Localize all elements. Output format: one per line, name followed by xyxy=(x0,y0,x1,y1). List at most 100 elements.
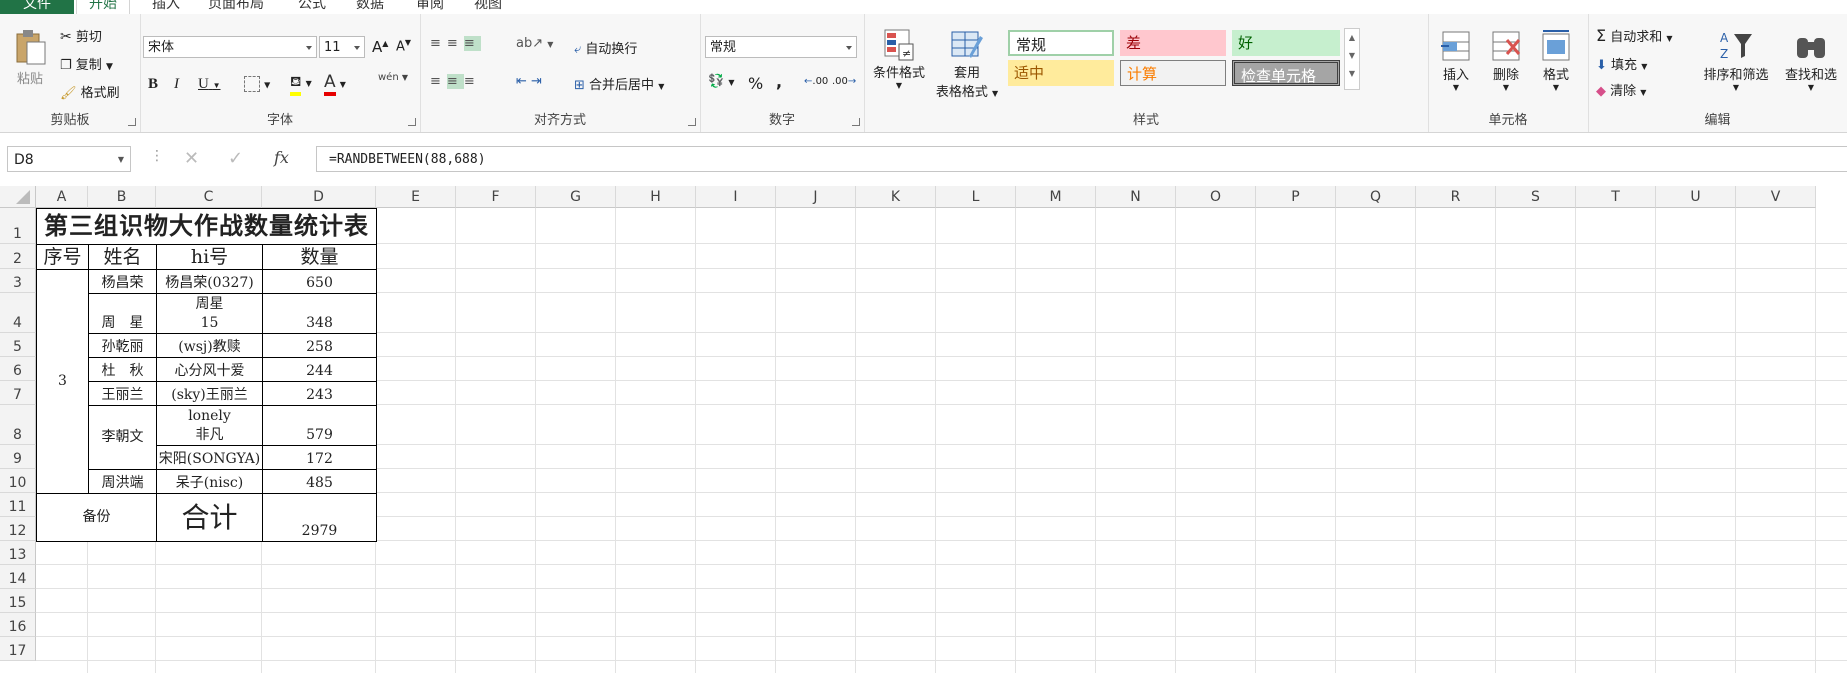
column-header[interactable]: F xyxy=(456,186,536,208)
format-cells-button[interactable]: 格式 ▼ xyxy=(1536,28,1576,92)
name-cell[interactable]: 周 星 xyxy=(88,293,157,334)
qty-cell[interactable]: 579 xyxy=(262,405,377,446)
decrease-decimal-button[interactable]: .00→ xyxy=(832,76,856,87)
column-header[interactable]: S xyxy=(1496,186,1576,208)
tab-page-layout[interactable]: 页面布局 xyxy=(208,0,264,14)
row-header[interactable]: 13 xyxy=(0,541,36,565)
total-label-cell[interactable]: 合计 xyxy=(156,493,263,542)
hi-cell[interactable]: 呆子(nisc) xyxy=(156,469,263,494)
style-bad[interactable]: 差 xyxy=(1120,30,1226,56)
hi-cell[interactable]: 周星 15 xyxy=(156,293,263,334)
font-launcher[interactable] xyxy=(408,118,416,126)
row-header[interactable]: 15 xyxy=(0,589,36,613)
horizontal-align-buttons[interactable]: ≡≡≡ xyxy=(430,74,481,89)
row-header[interactable]: 3 xyxy=(0,269,36,293)
tab-insert[interactable]: 插入 xyxy=(152,0,180,14)
style-neutral[interactable]: 适中 xyxy=(1008,60,1114,86)
font-size-dropdown[interactable]: 11 xyxy=(319,36,365,58)
tab-view[interactable]: 视图 xyxy=(474,0,502,14)
hi-cell[interactable]: 宋阳(SONGYA) xyxy=(156,445,263,470)
clear-button[interactable]: ◆ 清除 ▼ xyxy=(1596,80,1646,99)
row-header[interactable]: 11 xyxy=(0,493,36,517)
formula-input[interactable]: =RANDBETWEEN(88,688) xyxy=(316,146,1847,172)
column-header[interactable]: J xyxy=(776,186,856,208)
qty-cell[interactable]: 485 xyxy=(262,469,377,494)
borders-button[interactable]: ▼ xyxy=(244,76,270,92)
column-header[interactable]: L xyxy=(936,186,1016,208)
column-header[interactable]: T xyxy=(1576,186,1656,208)
number-format-dropdown[interactable]: 常规 xyxy=(705,36,857,58)
header-hi[interactable]: hi号 xyxy=(156,244,263,270)
hi-cell[interactable]: 杨昌荣(0327) xyxy=(156,269,263,294)
merge-center-button[interactable]: ⊞ 合并后居中 ▼ xyxy=(574,74,664,93)
column-header[interactable]: H xyxy=(616,186,696,208)
backup-cell[interactable]: 备份 xyxy=(36,493,157,542)
row-header[interactable]: 2 xyxy=(0,244,36,269)
name-cell[interactable]: 周洪端 xyxy=(88,469,157,494)
table-title[interactable]: 第三组识物大作战数量统计表 xyxy=(36,208,377,245)
format-as-table-button[interactable]: 套用 表格格式 ▼ xyxy=(932,28,1002,100)
style-normal[interactable]: 常规 xyxy=(1008,30,1114,56)
row-header[interactable]: 6 xyxy=(0,357,36,381)
font-color-button[interactable]: A ▼ xyxy=(324,72,346,96)
format-painter-button[interactable]: 🖌 格式刷 xyxy=(60,82,120,101)
fill-color-button[interactable]: ⛾ ▼ xyxy=(290,74,312,96)
hi-cell[interactable]: lonely 非凡 xyxy=(156,405,263,446)
style-calculation[interactable]: 计算 xyxy=(1120,60,1226,86)
column-header[interactable]: N xyxy=(1096,186,1176,208)
italic-button[interactable]: I xyxy=(174,76,179,93)
row-header[interactable]: 16 xyxy=(0,613,36,637)
qty-cell[interactable]: 172 xyxy=(262,445,377,470)
column-header[interactable]: M xyxy=(1016,186,1096,208)
name-cell[interactable]: 杨昌荣 xyxy=(88,269,157,294)
header-qty[interactable]: 数量 xyxy=(262,244,377,270)
row-header[interactable]: 10 xyxy=(0,469,36,493)
row-header[interactable]: 17 xyxy=(0,637,36,661)
name-cell[interactable]: 孙乾丽 xyxy=(88,333,157,358)
row-header[interactable]: 4 xyxy=(0,293,36,333)
decrease-font-button[interactable]: A▼ xyxy=(396,38,411,54)
tab-review[interactable]: 审阅 xyxy=(416,0,444,14)
accounting-button[interactable]: 💱 ▼ xyxy=(708,74,734,89)
qty-cell[interactable]: 244 xyxy=(262,357,377,382)
column-header[interactable]: P xyxy=(1256,186,1336,208)
hi-cell[interactable]: (wsj)教赎 xyxy=(156,333,263,358)
styles-gallery-scroll[interactable]: ▲ ▼ ▼ xyxy=(1344,28,1360,90)
bold-button[interactable]: B xyxy=(148,76,158,93)
header-name[interactable]: 姓名 xyxy=(88,244,157,270)
indent-buttons[interactable]: ⇤ ⇥ xyxy=(516,74,542,89)
total-cell[interactable]: 2979 xyxy=(262,493,377,542)
column-header[interactable]: Q xyxy=(1336,186,1416,208)
name-cell[interactable]: 李朝文 xyxy=(88,405,157,470)
autosum-button[interactable]: Σ 自动求和 ▼ xyxy=(1596,26,1673,45)
cut-button[interactable]: ✂ 剪切 xyxy=(60,26,102,45)
column-header[interactable]: G xyxy=(536,186,616,208)
tab-home[interactable]: 开始 xyxy=(76,0,130,15)
underline-button[interactable]: U ▼ xyxy=(198,76,221,93)
header-seq[interactable]: 序号 xyxy=(36,244,89,270)
cancel-icon[interactable]: ✕ xyxy=(184,148,199,169)
increase-font-button[interactable]: A▲ xyxy=(372,38,388,56)
sort-filter-button[interactable]: AZ 排序和筛选 ▼ xyxy=(1698,28,1774,92)
fill-button[interactable]: ⬇ 填充 ▼ xyxy=(1596,54,1647,73)
column-header[interactable]: C xyxy=(156,186,262,208)
column-header[interactable]: E xyxy=(376,186,456,208)
column-header[interactable]: V xyxy=(1736,186,1816,208)
column-header[interactable]: B xyxy=(88,186,156,208)
copy-button[interactable]: ❐ 复制 ▼ xyxy=(60,54,113,73)
row-header[interactable]: 12 xyxy=(0,517,36,541)
select-all-corner[interactable] xyxy=(0,186,36,208)
name-cell[interactable]: 杜 秋 xyxy=(88,357,157,382)
row-header[interactable]: 1 xyxy=(0,208,36,244)
alignment-launcher[interactable] xyxy=(688,118,696,126)
wrap-text-button[interactable]: ⤶ 自动换行 xyxy=(574,38,637,57)
column-header[interactable]: I xyxy=(696,186,776,208)
style-good[interactable]: 好 xyxy=(1232,30,1340,56)
row-header[interactable]: 7 xyxy=(0,381,36,405)
tab-file[interactable]: 文件 xyxy=(0,0,74,14)
increase-decimal-button[interactable]: ←.00 xyxy=(804,76,828,87)
orientation-button[interactable]: ab↗ ▼ xyxy=(516,36,553,51)
tab-formulas[interactable]: 公式 xyxy=(298,0,326,14)
column-header[interactable]: O xyxy=(1176,186,1256,208)
number-launcher[interactable] xyxy=(852,118,860,126)
